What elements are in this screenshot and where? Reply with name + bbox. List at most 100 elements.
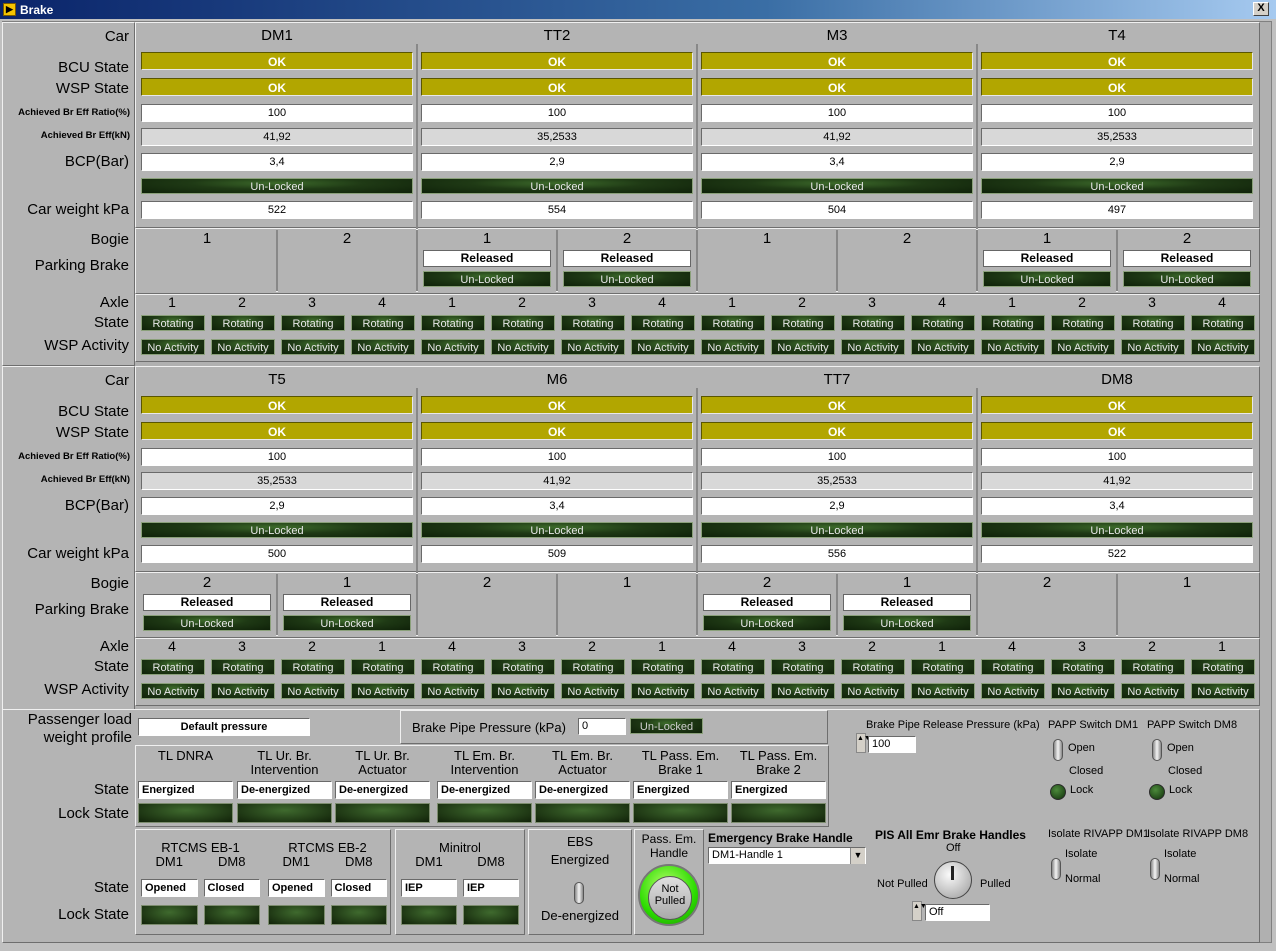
bogie-number: 2 (342, 230, 352, 247)
papp1-toggle-switch[interactable] (1053, 739, 1063, 761)
parking-brake-status: Released (423, 250, 551, 267)
car-divider (976, 44, 978, 230)
emergency-brake-handle-select[interactable]: DM1-Handle 1 (708, 847, 866, 864)
tl-state: Energized (731, 781, 826, 799)
axle-number: 4 (168, 638, 176, 654)
riv1-toggle-switch[interactable] (1051, 858, 1061, 880)
bcu-state-TT2: OK (421, 52, 693, 70)
label-car-weight: Car weight kPa (27, 545, 129, 562)
papp2-toggle-switch[interactable] (1152, 739, 1162, 761)
passenger-load-profile: Default pressure (138, 718, 310, 736)
wsp-activity-indicator: No Activity (281, 339, 345, 355)
wsp-activity-indicator: No Activity (1051, 339, 1115, 355)
wsp-activity-indicator: No Activity (771, 339, 835, 355)
tl-name: TL Ur. Br. Intervention (250, 748, 319, 777)
pis-value[interactable]: Off (925, 904, 990, 921)
lock-indicator-DM1: Un-Locked (141, 178, 413, 194)
wsp-activity-indicator: No Activity (911, 339, 975, 355)
pis-pulled-label: Pulled (980, 878, 1011, 890)
chevron-down-icon[interactable]: ▼ (850, 848, 865, 864)
label-axle: Axle (99, 638, 129, 655)
bogie-number: 2 (622, 230, 632, 247)
bogie-number: 1 (622, 574, 632, 591)
wsp-activity-indicator: No Activity (141, 683, 205, 699)
pis-spinner-icon[interactable]: ▲▼ (912, 901, 927, 921)
wsp-activity-indicator: No Activity (701, 683, 765, 699)
bogie-number: 2 (1042, 574, 1052, 591)
label-passenger-load: Passenger load weight profile (27, 711, 132, 746)
riv1-title: Isolate RIVAPP DM1 (1048, 828, 1150, 840)
brake-pipe-release-value[interactable]: 100 (868, 736, 916, 753)
car-name-DM8: DM8 (1101, 371, 1133, 388)
car-name-DM1: DM1 (261, 27, 293, 44)
car-weight-DM1: 522 (141, 201, 413, 219)
bcp-DM1: 3,4 (141, 153, 413, 171)
label-axle-state: State (93, 314, 129, 331)
tl-state: Energized (633, 781, 728, 799)
label-br-eff-kn: Achieved Br Eff(kN) (40, 474, 130, 485)
wsp-activity-indicator: No Activity (841, 683, 905, 699)
riv2-toggle-switch[interactable] (1150, 858, 1160, 880)
axle-state-indicator: Rotating (631, 315, 695, 331)
car-name-M3: M3 (826, 27, 848, 44)
axle-number: 1 (728, 294, 736, 310)
wsp-state-DM1: OK (141, 78, 413, 96)
riv1-isolate: Isolate (1065, 848, 1098, 860)
bogie-number: 1 (482, 230, 492, 247)
car-weight-TT2: 554 (421, 201, 693, 219)
car-divider (696, 44, 698, 230)
car-name-TT2: TT2 (543, 27, 571, 44)
wsp-activity-indicator: No Activity (351, 683, 415, 699)
label-wsp-activity: WSP Activity (44, 681, 129, 698)
tl-state: De-energized (335, 781, 430, 799)
minitrol-col2: DM8 (477, 854, 505, 869)
minitrol-title: Minitrol (439, 840, 481, 855)
axle-number: 2 (798, 294, 806, 310)
parking-brake-status: Released (283, 594, 411, 611)
br-eff-kn-M6: 41,92 (421, 472, 693, 490)
rtcms2-value1: Opened (268, 879, 325, 897)
papp2-title: PAPP Switch DM8 (1147, 719, 1238, 731)
car-name-M6: M6 (546, 371, 568, 388)
label-parking-brake: Parking Brake (34, 601, 129, 618)
axle-state-indicator: Rotating (771, 315, 835, 331)
rtcms2-col1: DM1 (282, 854, 310, 869)
ebs-deenergized: De-energized (540, 908, 620, 923)
wsp-activity-indicator: No Activity (1121, 339, 1185, 355)
axle-number: 1 (378, 638, 386, 654)
emergency-brake-handle-label: Emergency Brake Handle (708, 831, 853, 845)
axle-number: 2 (308, 638, 316, 654)
axle-number: 1 (1218, 638, 1226, 654)
axle-state-indicator: Rotating (911, 315, 975, 331)
tl-lock-indicator (633, 803, 728, 823)
wsp-activity-indicator: No Activity (701, 339, 765, 355)
br-eff-ratio-M6: 100 (421, 448, 693, 466)
parking-brake-lock: Un-Locked (843, 615, 971, 631)
rtcms1-col2: DM8 (218, 854, 246, 869)
axle-state-indicator: Rotating (981, 659, 1045, 675)
axle-state-indicator: Rotating (561, 659, 625, 675)
pass-em-handle-face[interactable]: Not Pulled (648, 876, 692, 920)
br-eff-ratio-T4: 100 (981, 104, 1253, 122)
axle-state-indicator: Rotating (911, 659, 975, 675)
parking-brake-status: Released (983, 250, 1111, 267)
axle-state-indicator: Rotating (141, 659, 205, 675)
tl-name: TL Pass. Em. Brake 2 (739, 748, 818, 777)
wsp-activity-indicator: No Activity (1191, 339, 1255, 355)
parking-brake-status: Released (143, 594, 271, 611)
bprp-spinner-icon[interactable]: ▲▼ (856, 733, 871, 753)
bcp-M3: 3,4 (701, 153, 973, 171)
axle-number: 3 (798, 638, 806, 654)
br-eff-kn-T4: 35,2533 (981, 128, 1253, 146)
axle-state-indicator: Rotating (421, 315, 485, 331)
car-name-T4: T4 (1108, 27, 1126, 44)
axle-state-indicator: Rotating (1191, 659, 1255, 675)
bogie-number: 1 (342, 574, 352, 591)
car-weight-TT7: 556 (701, 545, 973, 563)
tl-state: De-energized (535, 781, 630, 799)
wsp-activity-indicator: No Activity (421, 683, 485, 699)
axle-number: 3 (588, 294, 596, 310)
ebs-toggle-switch[interactable] (574, 882, 584, 904)
close-button[interactable]: X (1253, 2, 1269, 16)
axle-number: 2 (588, 638, 596, 654)
